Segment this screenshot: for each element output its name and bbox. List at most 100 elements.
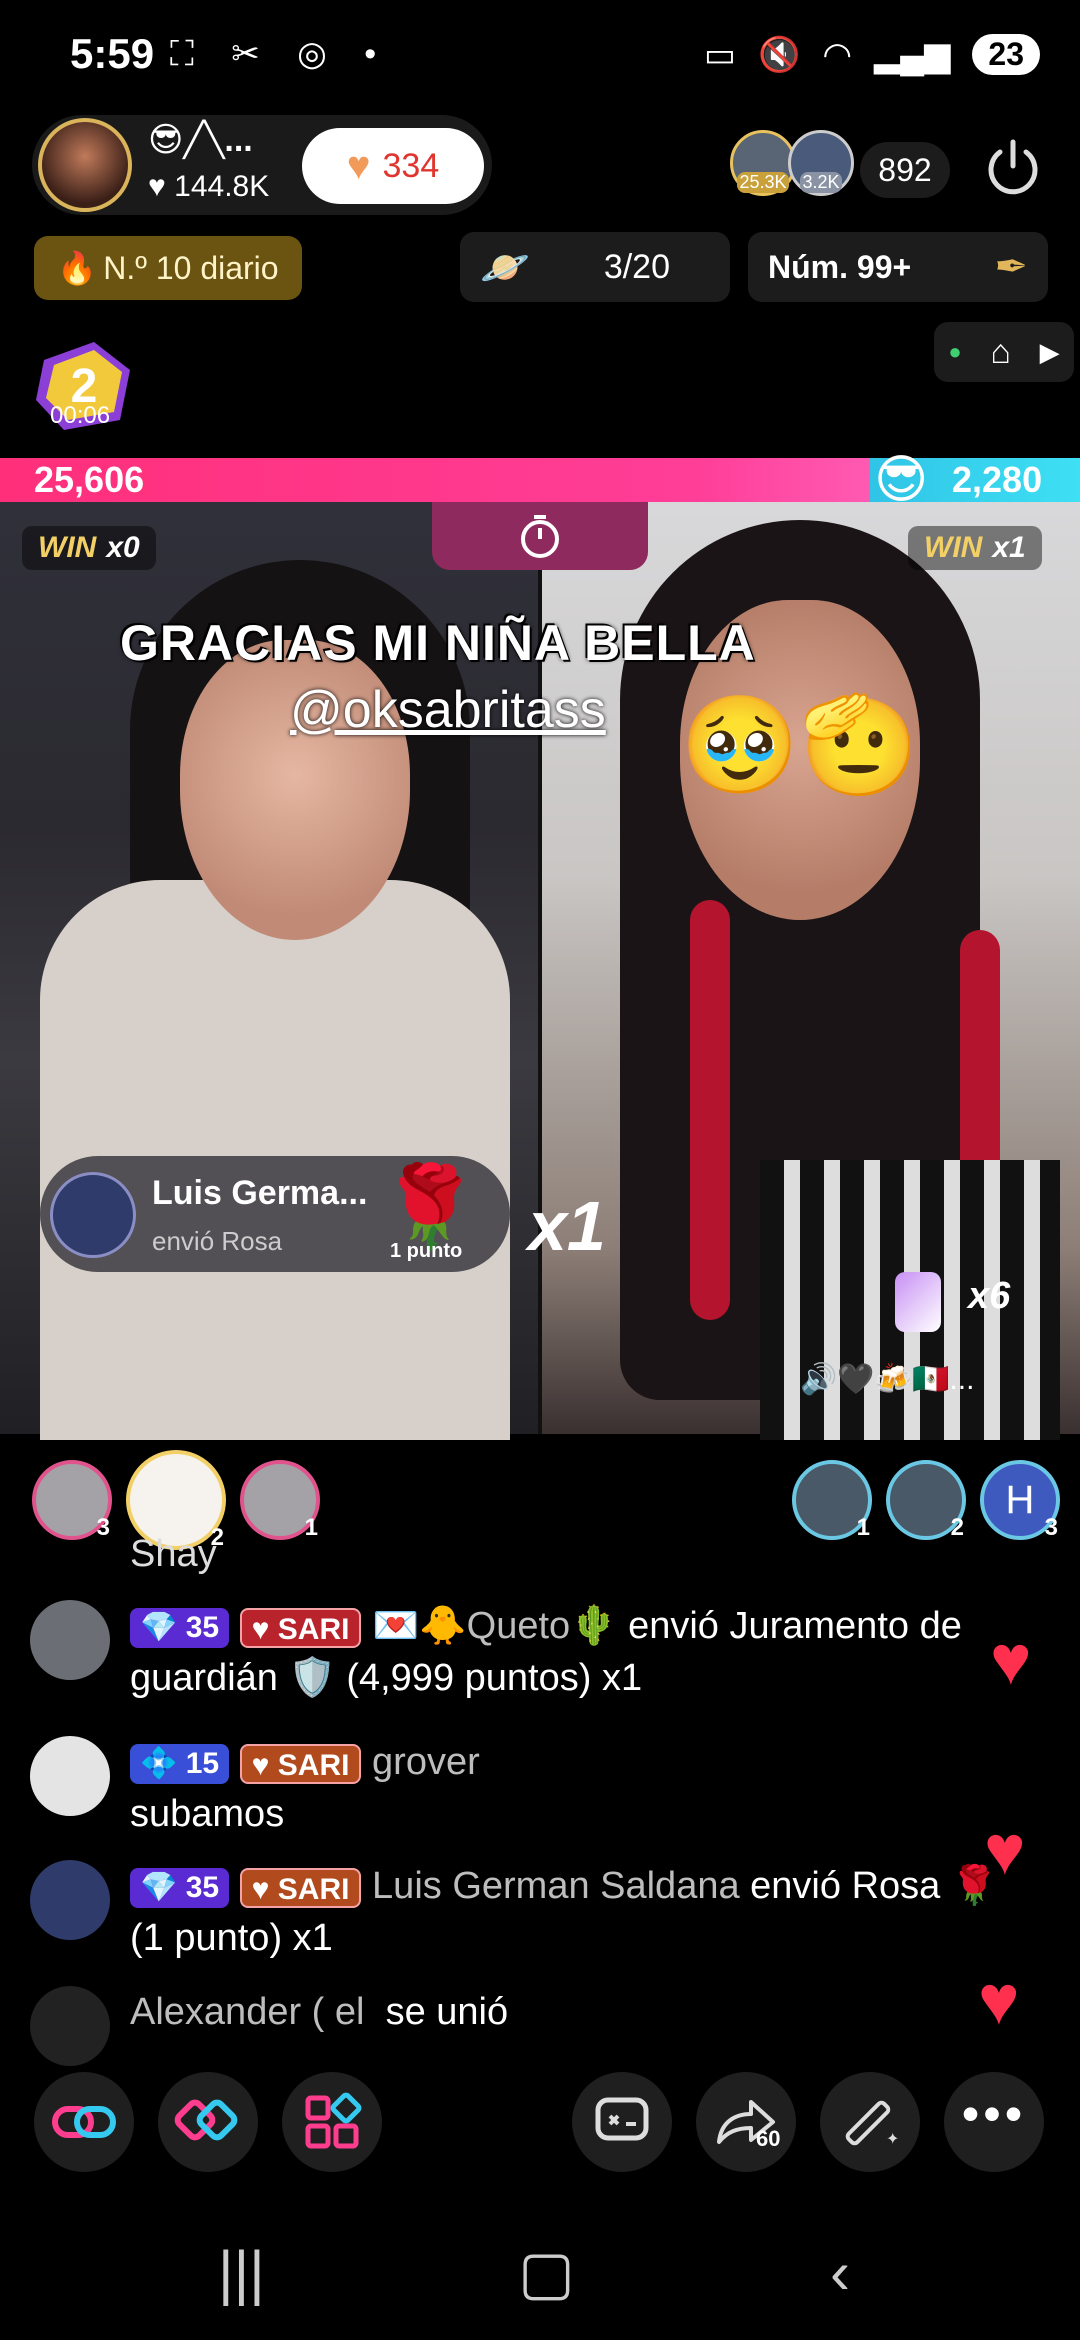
fan-tag: ♥ SARI (239, 1743, 362, 1784)
planet-icon: 🪐 (480, 245, 530, 290)
viewer-score: 3.2K (800, 172, 842, 193)
fan-tag: ♥ SARI (239, 1607, 362, 1648)
gift-sender-avatar[interactable] (50, 1172, 136, 1258)
fan-tag: ♥ SARI (239, 1867, 362, 1908)
cast-icon: ▭ (703, 35, 736, 74)
right-gift-multiplier: x6 (968, 1275, 1011, 1317)
signal-icon: ▂▄▆ (874, 35, 951, 74)
chat-avatar[interactable] (30, 1736, 110, 1816)
comment-button[interactable] (572, 2072, 672, 2172)
overlay-mention: @oksabritass (290, 681, 606, 739)
level-number: 35 (185, 1870, 220, 1904)
heart-count: 334 (382, 146, 440, 185)
status-time: 5:59 (70, 30, 155, 77)
status-notification-icons: ⛶ ✂ ◎ • (170, 35, 391, 73)
apps-button[interactable] (282, 2072, 382, 2172)
battle-timer-tab[interactable] (432, 502, 648, 570)
daily-rank-pill[interactable]: 🔥 N.º 10 diario (34, 236, 302, 300)
tasks-pill[interactable]: 🪐 3/20 (460, 232, 730, 302)
follow-heart-button[interactable]: ♥ 334 (302, 128, 484, 204)
chat-avatar[interactable] (30, 1860, 110, 1940)
gift-sender-name: Luis Germa... (152, 1174, 368, 1212)
heart-icon: ♥ (984, 1811, 1026, 1889)
top-viewer-avatar[interactable]: 25.3K (730, 130, 796, 196)
top-viewer-avatar[interactable]: 3.2K (788, 130, 854, 196)
back-icon[interactable]: ‹ (830, 2238, 850, 2307)
win-count: x0 (106, 531, 140, 564)
more-icon: ••• (961, 2086, 1027, 2142)
quill-icon: ✒ (994, 245, 1028, 289)
link-button[interactable] (34, 2072, 134, 2172)
chat-text: Alexander ( el se unió (130, 1986, 1040, 2038)
heart-icon: ♥ (346, 143, 371, 188)
comment-icon (595, 2097, 649, 2141)
live-dot-icon: ● (948, 339, 962, 364)
daily-rank-label: N.º 10 diario (103, 249, 279, 286)
viewer-score: 25.3K (737, 172, 789, 193)
share-count: 60 (756, 2126, 781, 2151)
level-badge: 💎 35 (130, 1607, 230, 1648)
gift-points: 1 punto (390, 1240, 463, 1262)
chat-user[interactable]: 💌🐥Queto🌵 (372, 1605, 617, 1647)
score-right: 2,280 (952, 459, 1043, 500)
gift-multiplier: x1 (528, 1187, 606, 1265)
battle-button[interactable] (158, 2072, 258, 2172)
chat-body: subamos (130, 1793, 285, 1835)
heart-icon: ♥ (978, 1961, 1020, 2039)
power-icon[interactable] (980, 134, 1046, 200)
fan-tag-label: SARI (277, 1748, 350, 1782)
number-rank-label: Núm. 99+ (768, 248, 912, 285)
fan-tag-label: SARI (277, 1612, 350, 1646)
score-left: 25,606 (34, 459, 145, 500)
heart-icon: ♥ (990, 1621, 1032, 1699)
more-button[interactable]: ••• (944, 2072, 1044, 2172)
chat-body: se unió (385, 1991, 509, 2033)
host-avatar[interactable] (38, 118, 132, 212)
chat-partial-text: Shay (130, 1533, 217, 1575)
chat-text: 💠 15 ♥ SARI grover subamos (130, 1736, 1040, 1840)
win-label: WIN (38, 531, 97, 564)
right-audio-row[interactable]: 🔊🖤🍻🇲🇽... (800, 1362, 974, 1397)
battle-icon (174, 2099, 238, 2141)
chat-user[interactable]: Luis German Saldana (372, 1865, 740, 1907)
rank-number: 3 (1044, 1514, 1058, 1541)
status-system-icons: ▭ 🔇 ◠ ▂▄▆ 23 (704, 34, 1040, 75)
fire-icon: 🔥 (57, 250, 98, 286)
chat-text: 💎 35 ♥ SARI 💌🐥Queto🌵 envió Juramento de … (130, 1600, 1040, 1704)
streamer-right-hair-highlight (690, 900, 730, 1320)
level-number: 15 (185, 1746, 220, 1780)
mini-live-control[interactable]: ● ⌂ ▶ (934, 322, 1074, 382)
chat-user[interactable]: Alexander ( el (130, 1991, 364, 2033)
win-counter-left: WIN x0 (22, 526, 156, 570)
level-badge: 💠 15 (130, 1743, 230, 1784)
number-rank-pill[interactable]: Núm. 99+ ✒ (748, 232, 1048, 302)
sunglasses-emoji-icon: 😎 (874, 451, 929, 509)
effects-button[interactable]: ✦ (820, 2072, 920, 2172)
share-button[interactable]: 60 (696, 2072, 796, 2172)
home-nav-icon[interactable]: ▢ (518, 2238, 575, 2308)
overlay-message: GRACIAS MI NIÑA BELLA (120, 615, 756, 671)
play-icon: ▶ (1039, 336, 1060, 367)
recents-icon[interactable]: ||| (218, 2238, 265, 2307)
viewer-count[interactable]: 892 (860, 142, 950, 198)
tiktok-gift-icon (895, 1272, 941, 1332)
rank-number: 3 (96, 1514, 110, 1541)
home-icon: ⌂ (990, 332, 1011, 371)
host-likes: ♥ 144.8K (148, 170, 270, 203)
svg-text:✦: ✦ (886, 2129, 899, 2148)
battery-indicator: 23 (972, 34, 1040, 75)
mute-icon: 🔇 (758, 35, 801, 74)
chat-user[interactable]: grover (372, 1741, 480, 1783)
apps-icon (305, 2092, 362, 2149)
fan-tag-label: SARI (277, 1872, 350, 1906)
chat-avatar[interactable] (30, 1600, 110, 1680)
level-number: 35 (185, 1610, 220, 1644)
battle-timer: 00:06 (50, 402, 111, 429)
avatar-letter: H (1005, 1477, 1035, 1522)
top-viewers[interactable]: 25.3K 3.2K (730, 130, 854, 196)
stopwatch-icon (521, 515, 559, 558)
wifi-icon: ◠ (822, 35, 853, 74)
chat-avatar[interactable] (30, 1986, 110, 2066)
gift-action: envió Rosa (152, 1226, 283, 1256)
ranked-avatar[interactable]: 3 (32, 1460, 112, 1541)
